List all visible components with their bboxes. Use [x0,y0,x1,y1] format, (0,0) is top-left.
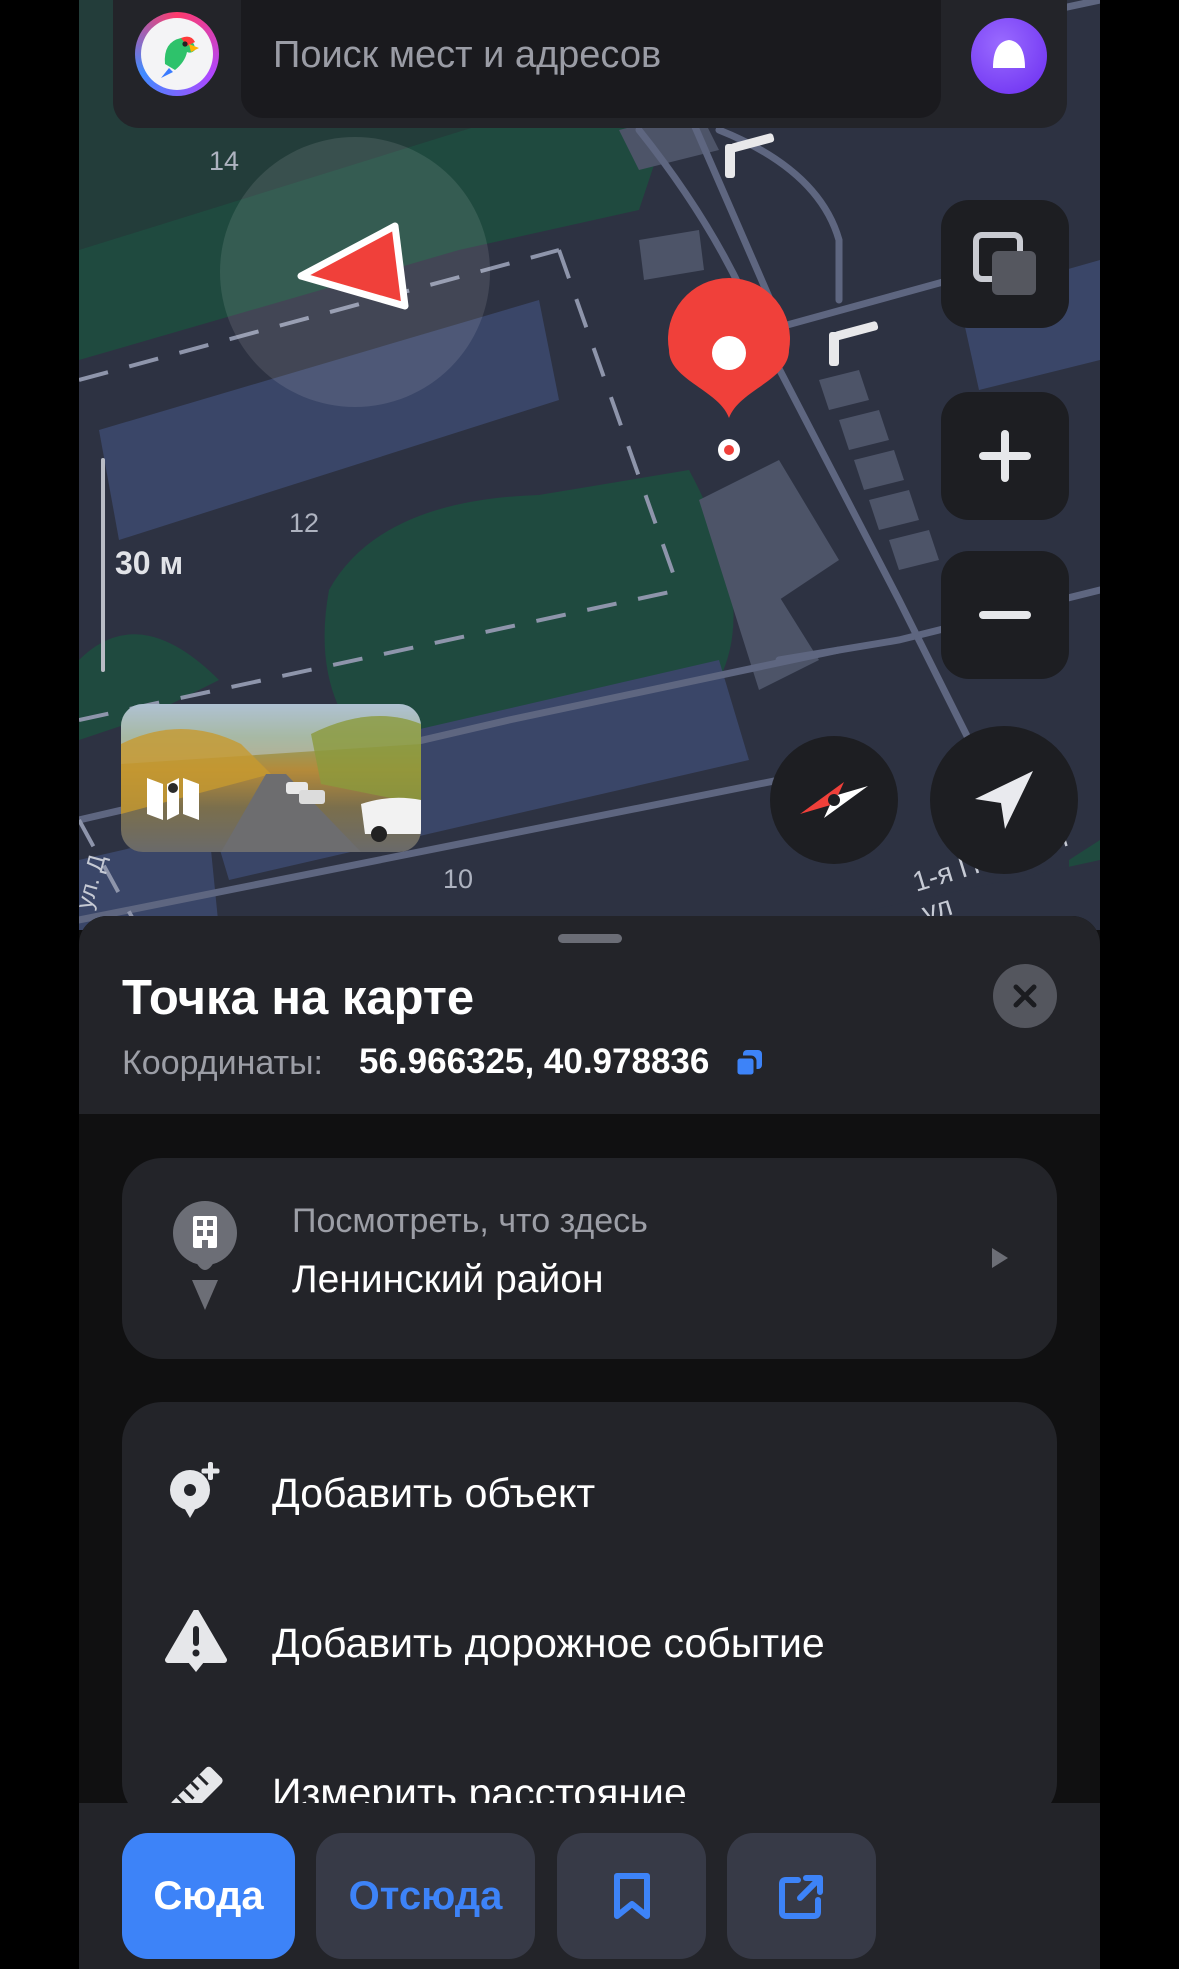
navigation-arrow-icon [975,771,1033,829]
road-event-icon [165,1610,227,1672]
house-number: 12 [289,508,320,538]
add-object-label: Добавить объект [272,1470,596,1516]
minus-icon [979,611,1031,619]
search-bar: Поиск мест и адресов [113,0,1067,128]
layers-button[interactable] [941,200,1069,328]
avatar[interactable] [135,12,219,96]
look-here-subtitle: Посмотреть, что здесь [292,1202,648,1240]
my-location-button[interactable] [930,726,1078,874]
zoom-out-button[interactable] [941,551,1069,679]
chevron-right-icon [992,1248,1008,1268]
alice-voice-button[interactable] [971,18,1047,94]
add-road-event-item[interactable]: Добавить дорожное событие [122,1582,1057,1702]
map[interactable]: 14 12 10 1-я Полевая ул ул. Д 30 м [79,0,1100,930]
search-input[interactable]: Поиск мест и адресов [241,0,941,118]
zoom-in-button[interactable] [941,392,1069,520]
bookmark-button[interactable] [557,1833,706,1959]
place-title: Точка на карте [122,971,475,1025]
add-object-item[interactable]: Добавить объект [122,1432,1057,1552]
share-button[interactable] [727,1833,876,1959]
compass-icon [800,782,868,818]
scale-bar [101,458,105,672]
route-from-button[interactable]: Отсюда [316,1833,535,1959]
add-road-event-label: Добавить дорожное событие [272,1620,825,1666]
panorama-preview[interactable] [121,704,421,852]
close-button[interactable] [993,964,1057,1028]
actions-card: Добавить объект Добавить дорожное событи… [122,1402,1057,1822]
bookmark-icon [613,1873,650,1919]
scale-label: 30 м [115,545,184,581]
coordinates-value: 56.966325, 40.978836 [359,1042,710,1081]
layers-icon [973,232,1036,295]
look-here-card[interactable]: Посмотреть, что здесь Ленинский район [122,1158,1057,1359]
parrot-icon [161,36,199,78]
plus-icon [979,430,1031,482]
bottom-action-bar: Сюда Отсюда [79,1803,1100,1969]
building-pin-icon [173,1201,237,1310]
close-icon [1013,984,1037,1008]
share-icon [778,1875,823,1919]
copy-icon[interactable] [734,1048,764,1078]
search-placeholder: Поиск мест и адресов [273,34,662,76]
look-here-title: Ленинский район [292,1258,604,1301]
panorama-icon [147,778,199,820]
house-number: 14 [209,146,240,176]
route-here-button[interactable]: Сюда [122,1833,295,1959]
add-place-icon [170,1462,220,1518]
compass-button[interactable] [770,736,898,864]
sheet-header: Точка на карте Координаты: 56.966325, 40… [79,916,1100,1114]
app: 14 12 10 1-я Полевая ул ул. Д 30 м [79,0,1100,1969]
sheet-handle[interactable] [558,934,622,943]
alice-icon [993,40,1025,68]
coordinates-label: Координаты: [122,1044,323,1082]
house-number: 10 [443,864,474,894]
